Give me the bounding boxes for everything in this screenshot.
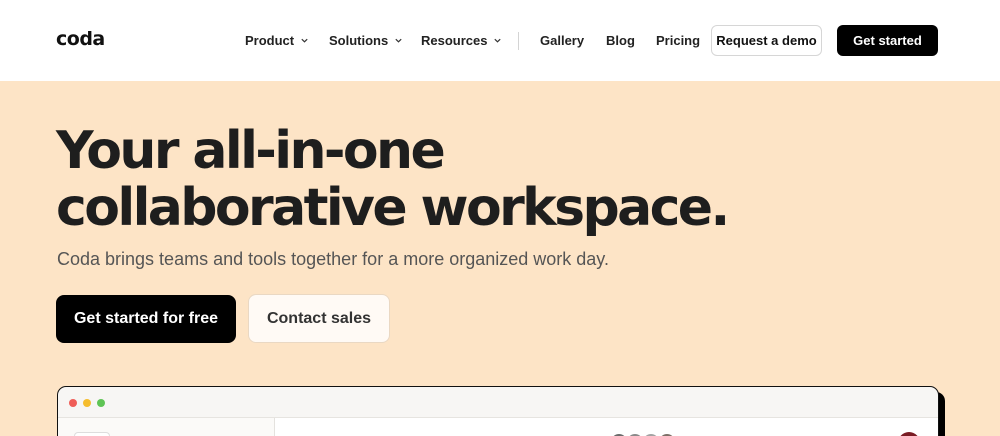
nav-item-label: Pricing [656, 33, 701, 48]
window-titlebar [58, 387, 938, 417]
nav-item-label: Gallery [540, 33, 585, 48]
nav-item-label: Blog [606, 33, 635, 48]
nav-item-label: Product [245, 33, 295, 48]
hero-section: Your all-in-one collaborative workspace.… [0, 81, 1000, 436]
nav-item-label: Resources [421, 33, 488, 48]
nav-item-resources[interactable]: Resources [421, 33, 502, 48]
nav-item-label: Solutions [329, 33, 389, 48]
chevron-down-icon [494, 38, 502, 43]
headline-line: collaborative workspace. [56, 178, 730, 238]
sidebar-control[interactable] [74, 432, 110, 436]
top-navigation: coda Product Solutions Resources Gallery… [0, 0, 1000, 81]
chevron-down-icon [301, 38, 308, 43]
contact-sales-button[interactable]: Contact sales [248, 294, 390, 343]
nav-item-gallery[interactable]: Gallery [540, 33, 584, 48]
nav-item-blog[interactable]: Blog [606, 33, 635, 48]
chevron-down-icon [395, 38, 402, 43]
nav-item-solutions[interactable]: Solutions [329, 33, 403, 48]
nav-item-pricing[interactable]: Pricing [656, 33, 700, 48]
window-minimize-dot [83, 399, 91, 407]
avatar [657, 432, 677, 436]
app-body [58, 417, 938, 436]
get-started-free-button[interactable]: Get started for free [56, 295, 236, 343]
request-demo-button[interactable]: Request a demo [711, 25, 822, 56]
nav-divider [518, 32, 519, 50]
window-close-dot [69, 399, 77, 407]
coda-logo[interactable]: coda [56, 28, 105, 50]
get-started-button[interactable]: Get started [837, 25, 938, 56]
nav-item-product[interactable]: Product [245, 33, 309, 48]
app-preview-window [57, 386, 939, 436]
app-sidebar [58, 418, 275, 436]
user-avatar[interactable] [898, 432, 920, 436]
hero-subtitle: Coda brings teams and tools together for… [57, 249, 609, 269]
hero-headline: Your all-in-one collaborative workspace. [56, 123, 756, 237]
headline-line: Your all-in-one [56, 121, 446, 181]
window-maximize-dot [97, 399, 105, 407]
